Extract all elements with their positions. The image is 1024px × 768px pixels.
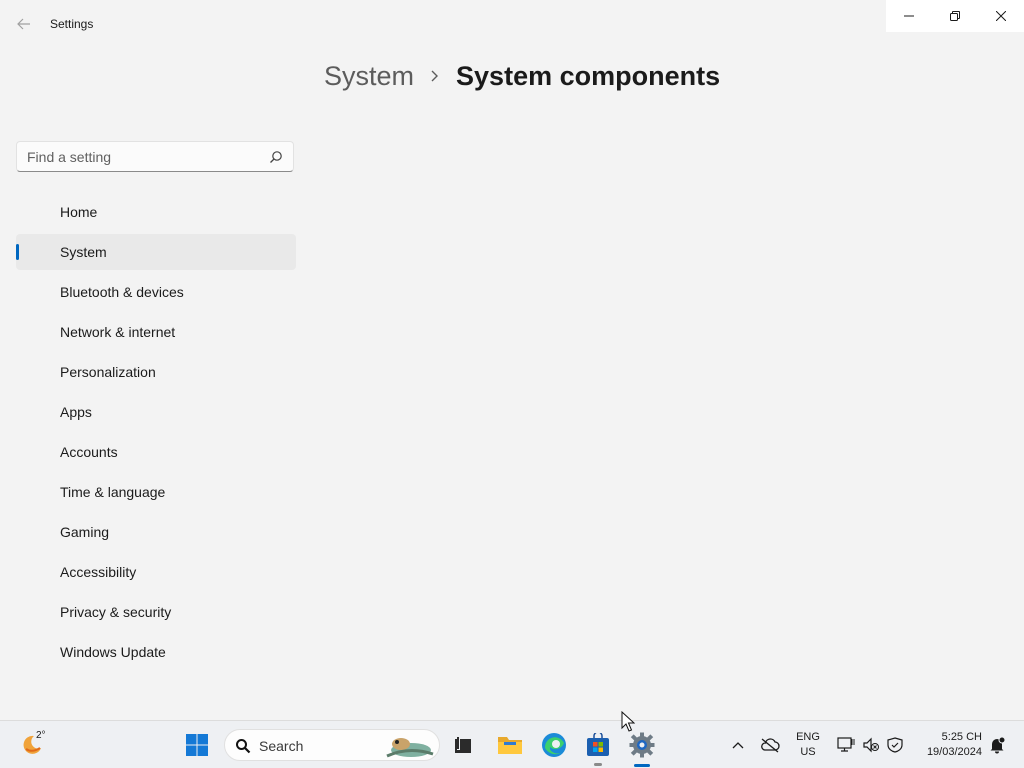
file-explorer-button[interactable] [494,729,526,761]
close-icon [996,11,1006,21]
minimize-button[interactable] [886,0,932,32]
running-indicator [594,763,602,766]
back-arrow-icon [17,18,30,30]
close-button[interactable] [978,0,1024,32]
volume-muted-icon [863,737,879,753]
file-explorer-icon [498,737,522,754]
edge-icon [542,733,566,757]
mouse-cursor-icon [621,711,635,732]
sidebar-item-label: Privacy & security [60,604,172,620]
task-view-icon [455,737,471,753]
sidebar-item-label: Personalization [60,364,156,380]
page-title: System components [456,60,721,91]
taskbar-search-label: Search [259,738,304,754]
chevron-right-icon [430,69,440,83]
sidebar-item-time-language[interactable]: Time & language [16,474,296,510]
clock-time: 5:25 CH [941,731,982,743]
breadcrumb-parent-link[interactable]: System [324,61,414,92]
taskbar: 2° Search ENG US 5:25 CH 19/03/2024 [0,720,1024,768]
volume-button[interactable] [861,735,881,755]
selection-indicator [16,244,19,260]
cloud-offline-icon [761,738,780,753]
sidebar-item-windows-update[interactable]: Windows Update [16,634,296,670]
sidebar-item-personalization[interactable]: Personalization [16,354,296,390]
start-button[interactable] [181,729,213,761]
sidebar-item-label: Network & internet [60,324,176,340]
notification-bell-icon [990,736,1006,754]
clock-date: 19/03/2024 [926,746,982,758]
settings-taskbar-button[interactable] [626,729,658,767]
show-hidden-icons-button[interactable] [728,735,748,755]
security-button[interactable] [885,735,905,755]
language-code: ENG [796,731,820,743]
sidebar-item-network-internet[interactable]: Network & internet [16,314,296,350]
network-icon [837,737,855,752]
task-view-button[interactable] [447,729,479,761]
sidebar-item-privacy-security[interactable]: Privacy & security [16,594,296,630]
sidebar-item-accessibility[interactable]: Accessibility [16,554,296,590]
notifications-button[interactable] [987,735,1007,755]
sidebar-item-bluetooth-devices[interactable]: Bluetooth & devices [16,274,296,310]
edge-button[interactable] [538,729,570,761]
settings-icon [629,732,655,758]
onedrive-button[interactable] [760,735,780,755]
settings-search-box[interactable] [16,141,294,172]
keyboard-layout: US [800,746,816,758]
title-bar: Settings [0,0,1024,48]
sidebar-item-system[interactable]: System [16,234,296,270]
weather-temperature: 2° [36,730,46,741]
sidebar-item-label: Windows Update [60,644,166,660]
sidebar-item-apps[interactable]: Apps [16,394,296,430]
restore-icon [950,11,960,21]
store-button[interactable] [582,729,614,766]
start-icon [186,734,208,756]
back-button[interactable] [12,12,36,36]
taskbar-search-box[interactable]: Search [224,729,440,761]
store-icon [587,733,609,756]
sidebar-item-home[interactable]: Home [16,194,296,230]
minimize-icon [904,15,914,17]
input-language-indicator[interactable]: ENG US [794,730,822,760]
sidebar-item-label: Apps [60,404,92,420]
sidebar-item-label: Home [60,204,98,220]
search-icon[interactable] [269,150,283,164]
shield-icon [887,737,903,753]
search-highlight-frog-icon [386,738,434,758]
clock[interactable]: 5:25 CH 19/03/2024 [912,730,982,760]
sidebar-item-label: Time & language [60,484,166,500]
sidebar-item-label: System [60,244,107,260]
app-title: Settings [50,17,94,31]
chevron-up-icon [732,742,744,749]
search-input[interactable] [17,142,277,171]
search-icon [236,739,251,754]
breadcrumb: System System components [324,58,720,94]
sidebar-item-label: Accessibility [60,564,137,580]
network-button[interactable] [836,735,856,755]
sidebar-item-label: Bluetooth & devices [60,284,184,300]
sidebar-item-label: Gaming [60,524,110,540]
sidebar-item-accounts[interactable]: Accounts [16,434,296,470]
window-controls [886,0,1024,32]
sidebar-item-label: Accounts [60,444,118,460]
restore-button[interactable] [932,0,978,32]
sidebar-nav: Home System Bluetooth & devices Network … [16,194,296,674]
sidebar-item-gaming[interactable]: Gaming [16,514,296,550]
active-app-indicator [634,764,650,767]
